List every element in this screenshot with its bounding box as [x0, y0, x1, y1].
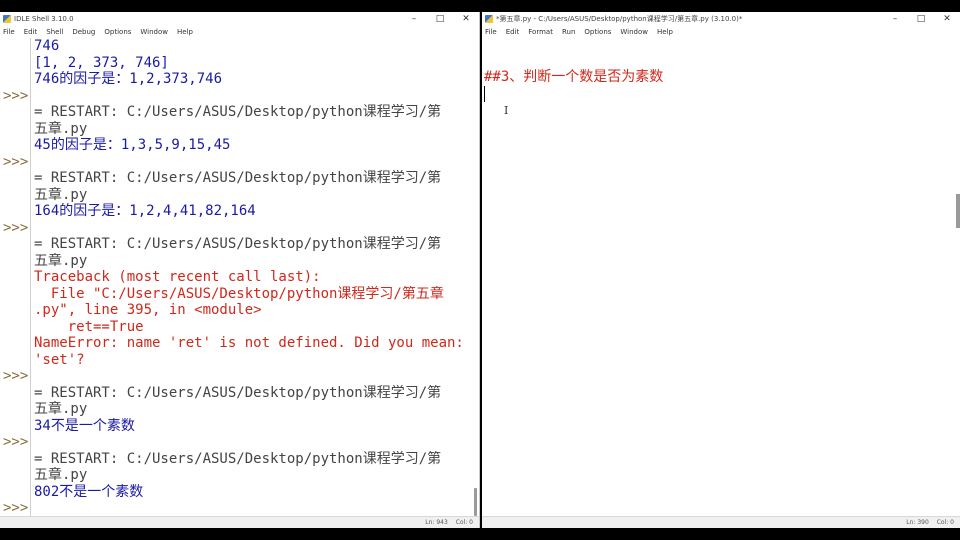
- bottom-black-bar: [0, 528, 960, 540]
- shell-menubar: File Edit Shell Debug Options Window Hel…: [0, 26, 479, 38]
- prompt-marker: >>>: [3, 368, 29, 384]
- editor-status-line: Ln: 390: [906, 519, 929, 526]
- editor-menu-help[interactable]: Help: [657, 28, 673, 36]
- console-line: = RESTART: C:/Users/ASUS/Desktop/python课…: [34, 170, 442, 186]
- editor-menu-file[interactable]: File: [485, 28, 497, 36]
- maximize-icon[interactable]: □: [908, 12, 934, 26]
- minimize-icon[interactable]: –: [882, 12, 908, 26]
- top-black-bar: [0, 0, 960, 12]
- console-line: = RESTART: C:/Users/ASUS/Desktop/python课…: [34, 384, 442, 401]
- ibeam-cursor-icon: I: [504, 104, 509, 117]
- prompt-line: [34, 434, 471, 451]
- prompt-line: [34, 220, 471, 237]
- console-line: 802不是一个素数: [34, 483, 144, 500]
- prompt-marker: >>>: [3, 153, 29, 170]
- shell-status-col: Col: 0: [455, 519, 473, 526]
- console-line: 五章.py: [34, 401, 88, 417]
- shell-scroll-thumb[interactable]: [474, 488, 477, 516]
- editor-titlebar[interactable]: *第五章.py - C:/Users/ASUS/Desktop/python课程…: [482, 12, 960, 26]
- editor-menu-options[interactable]: Options: [584, 28, 611, 36]
- shell-menu-options[interactable]: Options: [104, 28, 131, 36]
- prompt-line: [34, 368, 471, 385]
- console-line: = RESTART: C:/Users/ASUS/Desktop/python课…: [34, 236, 442, 252]
- prompt-marker: >>>: [3, 434, 29, 450]
- editor-menu-edit[interactable]: Edit: [506, 28, 520, 36]
- prompt-line: [34, 154, 471, 171]
- console-line: = RESTART: C:/Users/ASUS/Desktop/python课…: [34, 450, 442, 467]
- shell-menu-file[interactable]: File: [3, 28, 15, 36]
- console-line: ret==True: [34, 318, 144, 335]
- prompt-gutter: >>> >>> >>> >>> >>> >>>: [0, 38, 31, 517]
- shell-title: IDLE Shell 3.10.0: [14, 15, 74, 23]
- shell-scrollbar[interactable]: [473, 38, 479, 517]
- shell-body[interactable]: >>> >>> >>> >>> >>> >>> 746 [1, 2, 373, 746] 74…: [0, 38, 479, 517]
- editor-text-area[interactable]: ##3、判断一个数是否为素数 I: [482, 38, 960, 517]
- console-line: Traceback (most recent call last):: [34, 269, 321, 285]
- console-line: 746: [34, 38, 60, 54]
- console-line: .py", line 395, in <module>: [34, 302, 262, 318]
- editor-title: *第五章.py - C:/Users/ASUS/Desktop/python课程…: [496, 15, 743, 23]
- console-line: File "C:/Users/ASUS/Desktop/python课程学习/第…: [34, 285, 444, 302]
- idle-shell-window: IDLE Shell 3.10.0 – □ ✕ File Edit Shell …: [0, 12, 480, 528]
- editor-window-controls: – □ ✕: [882, 12, 960, 26]
- console-line: NameError: name 'ret' is not defined. Di…: [34, 335, 464, 351]
- console-line: 'set'?: [34, 351, 85, 368]
- console-line: 五章.py: [34, 186, 88, 203]
- shell-menu-help[interactable]: Help: [177, 28, 193, 36]
- editor-menu-format[interactable]: Format: [528, 28, 553, 36]
- close-icon[interactable]: ✕: [934, 12, 960, 26]
- shell-menu-edit[interactable]: Edit: [24, 28, 38, 36]
- editor-menubar: File Edit Format Run Options Window Help: [482, 26, 960, 38]
- console-line: [1, 2, 373, 746]: [34, 54, 169, 71]
- editor-scroll-thumb[interactable]: [956, 194, 960, 228]
- editor-window: *第五章.py - C:/Users/ASUS/Desktop/python课程…: [482, 12, 960, 528]
- shell-menu-shell[interactable]: Shell: [46, 28, 63, 36]
- shell-menu-window[interactable]: Window: [140, 28, 168, 36]
- console-line: 五章.py: [34, 467, 88, 483]
- console-line: 746的因子是：1,2,373,746: [34, 71, 223, 87]
- close-icon[interactable]: ✕: [453, 12, 479, 26]
- shell-statusbar: Ln: 943 Col: 0: [0, 516, 479, 528]
- minimize-icon[interactable]: –: [401, 12, 427, 26]
- shell-titlebar[interactable]: IDLE Shell 3.10.0 – □ ✕: [0, 12, 479, 26]
- prompt-marker: >>>: [3, 219, 29, 236]
- console-line: 45的因子是：1,3,5,9,15,45: [34, 137, 231, 153]
- editor-status-col: Col: 0: [936, 519, 954, 526]
- editor-menu-window[interactable]: Window: [620, 28, 648, 36]
- prompt-line: [34, 500, 471, 517]
- editor-statusbar: Ln: 390 Col: 0: [482, 516, 960, 528]
- idle-app-icon: [3, 15, 11, 23]
- shell-menu-debug[interactable]: Debug: [72, 28, 95, 36]
- prompt-marker: >>>: [3, 500, 29, 516]
- prompt-line: [34, 88, 471, 105]
- code-comment-line: ##3、判断一个数是否为素数: [484, 69, 664, 85]
- console-line: = RESTART: C:/Users/ASUS/Desktop/python课…: [34, 104, 442, 120]
- console-line: 34不是一个素数: [34, 417, 135, 434]
- prompt-marker: >>>: [3, 87, 29, 104]
- shell-window-controls: – □ ✕: [401, 12, 479, 26]
- text-caret: [484, 86, 485, 102]
- maximize-icon[interactable]: □: [427, 12, 453, 26]
- console-line: 五章.py: [34, 252, 88, 269]
- console-line: 164的因子是：1,2,4,41,82,164: [34, 203, 256, 219]
- console-line: 五章.py: [34, 120, 88, 137]
- editor-menu-run[interactable]: Run: [562, 28, 575, 36]
- shell-console[interactable]: 746 [1, 2, 373, 746] 746的因子是：1,2,373,746 = …: [34, 38, 471, 517]
- shell-status-line: Ln: 943: [425, 519, 448, 526]
- idle-app-icon: [485, 15, 493, 23]
